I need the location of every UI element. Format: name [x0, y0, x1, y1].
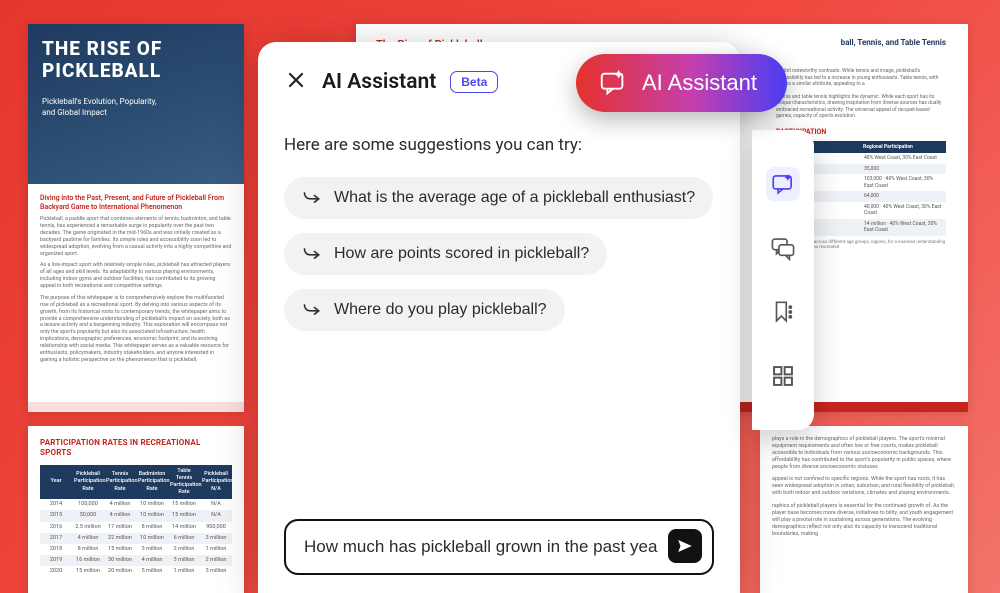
doc4-para: appeal is not confined to specific regio… [772, 476, 956, 497]
prompt-input[interactable] [304, 537, 658, 557]
send-icon [676, 537, 694, 555]
doc2-section-title: PARTICIPATION RATES IN RECREATIONAL SPOR… [40, 438, 232, 459]
table-row: 20174 million22 million10 million6 milli… [40, 533, 232, 544]
send-button[interactable] [668, 529, 702, 563]
rail-bookmarks-button[interactable] [766, 295, 800, 329]
sparkle-chat-icon [598, 68, 628, 98]
suggestions-intro: Here are some suggestions you can try: [284, 135, 714, 155]
table-row: 20162.5 million17 million8 million14 mil… [40, 522, 232, 533]
close-button[interactable] [284, 68, 308, 95]
side-rail [752, 130, 814, 430]
doc1-section-heading: Diving into the Past, Present, and Futur… [40, 194, 232, 212]
reply-arrow-icon [302, 188, 322, 208]
doc-cover-title: THE RISE OF PICKLEBALL [42, 38, 230, 82]
rail-thumbnails-button[interactable] [766, 359, 800, 393]
table-header: Pickleball Participation N/A [200, 465, 232, 500]
doc1-para: The purpose of this whitepaper is to com… [40, 295, 232, 364]
doc3-right-title: ball, Tennis, and Table Tennis [841, 38, 946, 48]
doc4-para: plays a role in the demographics of pick… [772, 436, 956, 470]
suggestion-chip[interactable]: How are points scored in pickleball? [284, 233, 607, 275]
table-row: 2014100,0004 million10 million15 million… [40, 499, 232, 510]
doc3-para: Tennis and table tennis highlights the d… [776, 94, 946, 120]
ai-assistant-panel: AI Assistant Beta Here are some suggesti… [258, 42, 740, 593]
table-header: Regional Participation [861, 141, 946, 154]
bg-doc-table: PARTICIPATION RATES IN RECREATIONAL SPOR… [28, 426, 244, 593]
suggestion-chip[interactable]: Where do you play pickleball? [284, 289, 565, 331]
reply-arrow-icon [302, 244, 322, 264]
table-header: Badminton Participation Rate [136, 465, 168, 500]
suggestion-text: Where do you play pickleball? [334, 301, 547, 319]
bookmark-icon [770, 299, 796, 325]
beta-badge[interactable]: Beta [450, 71, 498, 93]
rail-ai-assistant-button[interactable] [766, 167, 800, 201]
table-header: Tennis Participation Rate [104, 465, 136, 500]
suggestion-chip[interactable]: What is the average age of a pickleball … [284, 177, 713, 219]
table-row: 201550,0004 million10 million15 millionN… [40, 510, 232, 521]
table-row: 201916 million30 million4 million3 milli… [40, 555, 232, 566]
prompt-input-container[interactable] [284, 519, 714, 575]
suggestion-text: What is the average age of a pickleball … [334, 189, 695, 207]
comments-icon [770, 235, 796, 261]
participation-table: YearPickleball Participation RateTennis … [40, 465, 232, 578]
table-header: Table Tennis Participation Rate [168, 465, 200, 500]
bg-doc-cover: THE RISE OF PICKLEBALL Pickleball's Evol… [28, 24, 244, 412]
table-row: 20188 million15 million3 million2 millio… [40, 544, 232, 555]
table-header: Year [40, 465, 72, 500]
ai-assistant-launch-button[interactable]: AI Assistant [576, 54, 787, 112]
close-icon [288, 72, 304, 88]
reply-arrow-icon [302, 300, 322, 320]
suggestions-list: What is the average age of a pickleball … [284, 177, 714, 331]
ai-launch-label: AI Assistant [642, 70, 757, 96]
panel-title: AI Assistant [322, 70, 436, 94]
doc3-para: Exhibit noteworthy contrasts. While tenn… [776, 68, 946, 88]
table-row: 202015 million20 million5 million1 milli… [40, 566, 232, 577]
table-header: Pickleball Participation Rate [72, 465, 104, 500]
suggestion-text: How are points scored in pickleball? [334, 245, 589, 263]
doc-cover: THE RISE OF PICKLEBALL Pickleball's Evol… [28, 24, 244, 184]
bg-doc-bottom-right: plays a role in the demographics of pick… [760, 426, 968, 593]
doc1-para: As a low-impact sport with relatively si… [40, 262, 232, 290]
ai-assistant-icon [770, 171, 796, 197]
stage: THE RISE OF PICKLEBALL Pickleball's Evol… [0, 0, 1000, 593]
doc4-para: raphics of pickleball players is essenti… [772, 503, 956, 537]
doc1-para: Pickleball, a paddle sport that combines… [40, 216, 232, 257]
rail-comments-button[interactable] [766, 231, 800, 265]
doc-cover-subtitle: Pickleball's Evolution, Popularity, and … [42, 96, 162, 118]
thumbnails-icon [770, 363, 796, 389]
